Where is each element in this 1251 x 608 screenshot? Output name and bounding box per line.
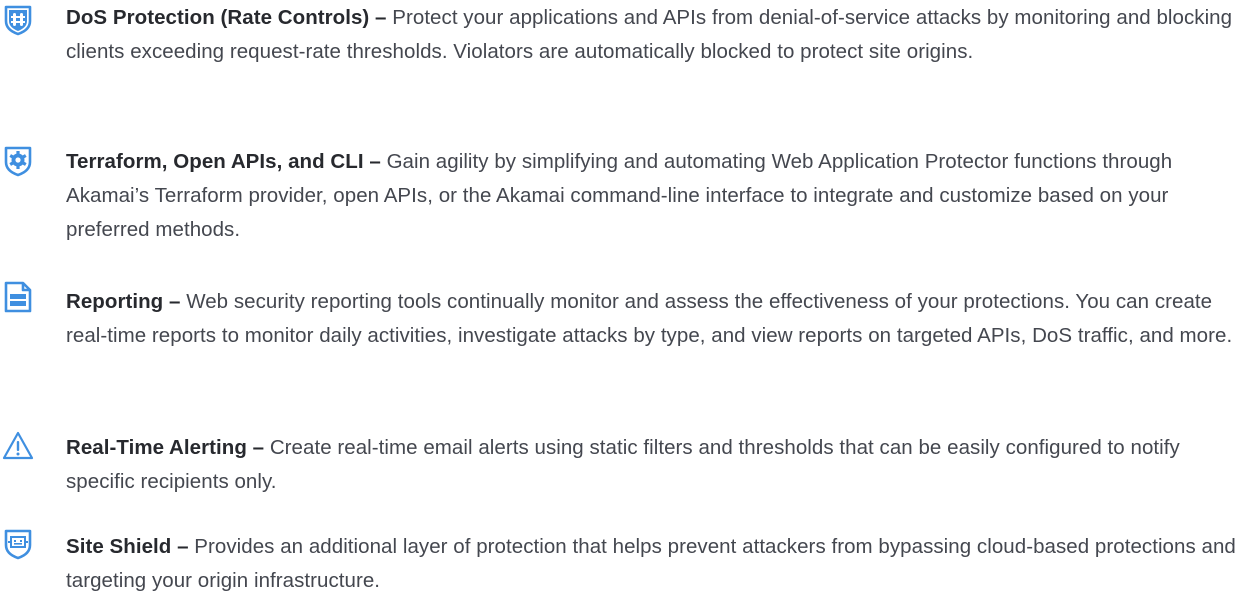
feature-description: Provides an additional layer of protecti… [66,535,1236,592]
server-shield-icon [2,528,34,560]
feature-title: Site Shield – [66,535,195,558]
warning-triangle-icon [2,430,34,462]
feature-title: DoS Protection (Rate Controls) – [66,6,393,29]
report-document-icon [2,281,34,313]
feature-title: Reporting – [66,290,187,313]
gear-shield-icon [2,145,34,177]
feature-description: Web security reporting tools continually… [66,290,1233,347]
feature-title: Real-Time Alerting – [66,436,270,459]
bug-shield-icon [2,4,34,36]
feature-title: Terraform, Open APIs, and CLI – [66,150,387,173]
